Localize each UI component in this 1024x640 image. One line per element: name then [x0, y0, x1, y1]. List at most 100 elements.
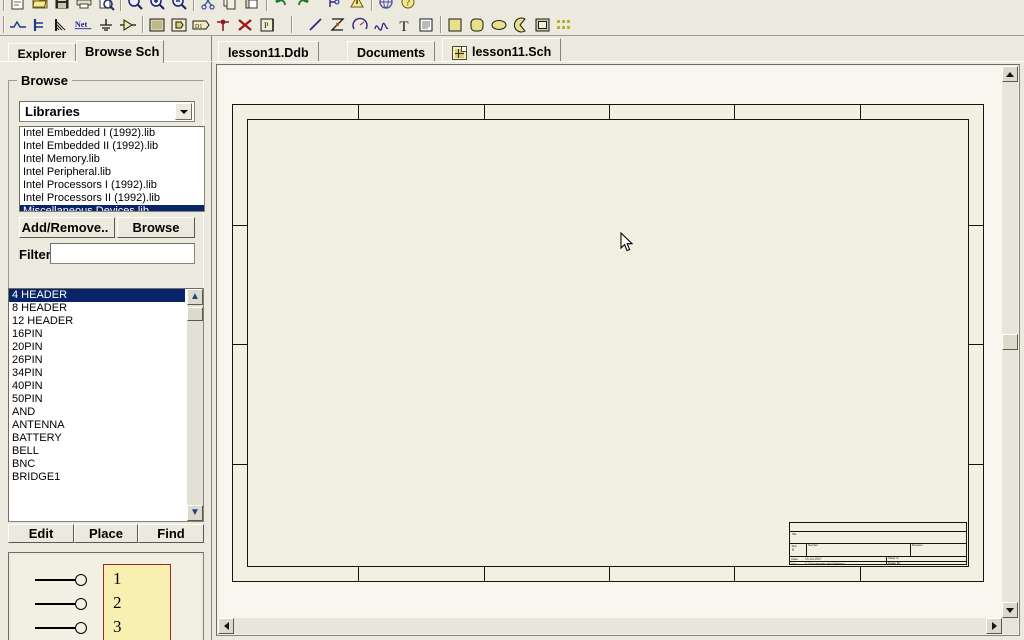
component-list-item[interactable]: BATTERY: [9, 432, 185, 445]
canvas-vertical-scroll-thumb[interactable]: [1002, 334, 1018, 350]
place-wire-icon[interactable]: [7, 14, 29, 35]
place-text-frame-icon[interactable]: [415, 14, 437, 35]
component-list-item[interactable]: BELL: [9, 445, 185, 458]
erc-icon[interactable]: [346, 0, 368, 13]
component-list-item[interactable]: 8 HEADER: [9, 302, 185, 315]
draw-polygon-icon[interactable]: [327, 14, 349, 35]
canvas-scroll-down-button[interactable]: [1002, 602, 1018, 618]
component-list-item[interactable]: ANTENNA: [9, 419, 185, 432]
print-icon[interactable]: [73, 0, 95, 13]
library-list-item[interactable]: Intel Processors II (1992).lib: [20, 192, 204, 205]
sheet-zone-tick: [233, 225, 247, 226]
canvas-scroll-up-button[interactable]: [1002, 66, 1018, 82]
component-list-item[interactable]: BRIDGE1: [9, 471, 185, 484]
place-image-icon[interactable]: [532, 14, 554, 35]
schematic-canvas[interactable]: Title Size B Number Revision Date: 19-Ju…: [218, 66, 1002, 618]
component-list[interactable]: 4 HEADER 8 HEADER 12 HEADER 16PIN 20PIN 26PIN…: [8, 288, 204, 522]
draw-rectangle-icon[interactable]: [444, 14, 466, 35]
zoom-area-icon[interactable]: [124, 0, 146, 13]
draw-ellipse-icon[interactable]: [488, 14, 510, 35]
browse-button[interactable]: Browse: [117, 217, 195, 238]
tab-explorer[interactable]: Explorer: [8, 43, 76, 62]
library-scope-combo[interactable]: Libraries: [19, 101, 195, 122]
component-list-item[interactable]: 16PIN: [9, 328, 185, 341]
tab-lesson11-ddb[interactable]: lesson11.Ddb: [218, 41, 319, 62]
cut-icon[interactable]: [197, 0, 219, 13]
draw-line-icon[interactable]: [305, 14, 327, 35]
sheet-zone-tick: [233, 464, 247, 465]
place-sheet-symbol-icon[interactable]: [146, 14, 168, 35]
library-list-item[interactable]: Miscellaneous Devices.lib: [20, 205, 204, 211]
component-pin-row: 3: [35, 617, 175, 636]
title-block-number-label: Number: [808, 543, 818, 547]
new-icon[interactable]: [7, 0, 29, 13]
component-list-item[interactable]: 34PIN: [9, 367, 185, 380]
pin-circle: [75, 598, 87, 610]
redo-icon[interactable]: [292, 0, 314, 13]
canvas-scroll-right-button[interactable]: [986, 618, 1002, 634]
component-list-item[interactable]: 50PIN: [9, 393, 185, 406]
browse-icon[interactable]: [375, 0, 397, 13]
draw-bezier-icon[interactable]: [371, 14, 393, 35]
print-preview-icon[interactable]: [95, 0, 117, 13]
zoom-out-icon[interactable]: [168, 0, 190, 13]
tab-browse-sch[interactable]: Browse Sch: [76, 40, 164, 63]
library-list-item[interactable]: Intel Embedded II (1992).lib: [20, 140, 204, 153]
component-list-item[interactable]: 12 HEADER: [9, 315, 185, 328]
tab-documents[interactable]: Documents: [347, 41, 436, 62]
place-no-erc-icon[interactable]: [234, 14, 256, 35]
find-button[interactable]: Find: [138, 524, 204, 543]
save-icon[interactable]: [51, 0, 73, 13]
filter-label: Filter: [19, 247, 51, 262]
toolbar-separator: [190, 0, 197, 12]
draw-round-rect-icon[interactable]: [466, 14, 488, 35]
netlist-icon[interactable]: [324, 0, 346, 13]
scroll-up-button[interactable]: ▲: [187, 289, 203, 305]
place-array-icon[interactable]: [554, 14, 576, 35]
place-bus-icon[interactable]: [29, 14, 51, 35]
place-button[interactable]: Place: [74, 524, 138, 543]
sheet-zone-tick: [609, 567, 610, 581]
draw-arc-icon[interactable]: [349, 14, 371, 35]
canvas-horizontal-scrollbar[interactable]: [218, 618, 1002, 634]
library-list-item[interactable]: Intel Memory.lib: [20, 153, 204, 166]
pin-line: [35, 627, 77, 629]
copy-icon[interactable]: [219, 0, 241, 13]
help-icon[interactable]: ?: [397, 0, 419, 13]
filter-input[interactable]: [50, 243, 195, 264]
draw-pie-icon[interactable]: [510, 14, 532, 35]
zoom-in-icon[interactable]: [146, 0, 168, 13]
library-list-item[interactable]: Intel Peripheral.lib: [20, 166, 204, 179]
scroll-down-button[interactable]: ▼: [187, 505, 203, 521]
component-list-item[interactable]: 4 HEADER: [9, 289, 185, 302]
open-icon[interactable]: [29, 0, 51, 13]
component-list-item[interactable]: AND: [9, 406, 185, 419]
component-list-item[interactable]: 26PIN: [9, 354, 185, 367]
component-list-scrollbar[interactable]: ▲ ▼: [187, 289, 203, 521]
canvas-vertical-scrollbar[interactable]: [1002, 66, 1018, 618]
place-junction-icon[interactable]: [212, 14, 234, 35]
edit-button[interactable]: Edit: [8, 524, 74, 543]
library-list[interactable]: Intel Embedded I (1992).lib Intel Embedde…: [19, 126, 205, 212]
place-text-icon[interactable]: T: [393, 14, 415, 35]
component-list-item[interactable]: 40PIN: [9, 380, 185, 393]
place-sheet-entry-icon[interactable]: [168, 14, 190, 35]
chevron-down-icon[interactable]: [175, 103, 192, 120]
application-window: ? Net D1 P T Explorer Browse Sch Browse …: [0, 0, 1024, 640]
place-part-icon[interactable]: [117, 14, 139, 35]
place-net-label-icon[interactable]: Net: [73, 14, 95, 35]
undo-icon[interactable]: [270, 0, 292, 13]
component-list-item[interactable]: 20PIN: [9, 341, 185, 354]
canvas-scroll-left-button[interactable]: [218, 618, 234, 634]
component-list-item[interactable]: BNC: [9, 458, 185, 471]
library-list-item[interactable]: Intel Embedded I (1992).lib: [20, 127, 204, 140]
place-port-icon[interactable]: D1: [190, 14, 212, 35]
tab-lesson11-sch[interactable]: lesson11.Sch: [442, 38, 562, 62]
scroll-thumb[interactable]: [187, 307, 203, 321]
place-pcb-layout-icon[interactable]: P: [256, 14, 278, 35]
place-bus-entry-icon[interactable]: [51, 14, 73, 35]
place-power-port-icon[interactable]: [95, 14, 117, 35]
paste-icon[interactable]: [241, 0, 263, 13]
add-remove-button[interactable]: Add/Remove..: [19, 217, 115, 238]
library-list-item[interactable]: Intel Processors I (1992).lib: [20, 179, 204, 192]
